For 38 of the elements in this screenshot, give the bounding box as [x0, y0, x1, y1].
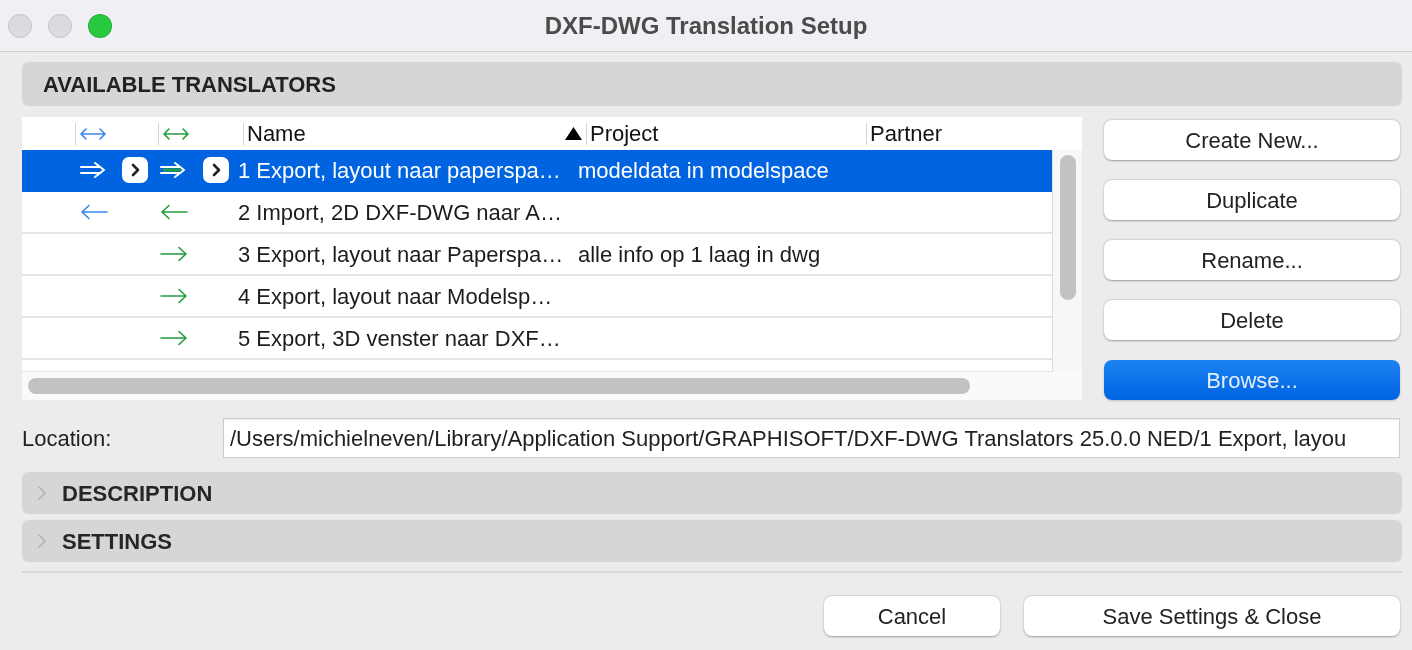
section-title: SETTINGS	[62, 527, 172, 556]
action-button[interactable]: Delete	[1104, 300, 1400, 340]
double-arrow-icon	[80, 126, 106, 141]
table-cell: 1 Export, layout naar paperspa…	[238, 157, 561, 183]
table-cell: 3 Export, layout naar Paperspa…	[238, 241, 564, 267]
column-header[interactable]: Partner	[870, 117, 943, 150]
table-cell: 4 Export, layout naar Modelsp…	[238, 283, 553, 309]
action-button[interactable]: Browse...	[1104, 360, 1400, 400]
column-header[interactable]: Project	[590, 117, 659, 150]
chevron-icon[interactable]	[203, 157, 229, 183]
table-cell: alle info op 1 laag in dwg	[578, 241, 821, 267]
window-title: DXF-DWG Translation Setup	[544, 10, 868, 41]
section-header[interactable]: DESCRIPTION	[22, 472, 1402, 514]
sort-triangle-icon[interactable]	[565, 127, 582, 140]
action-button[interactable]: Save Settings & Close	[1024, 596, 1400, 636]
chevron-icon	[38, 534, 46, 548]
location-field[interactable]: /Users/michielneven/Library/Application Support/GRAPHISOFT/DXF-DWG Translators 25.0.0 NED/1 Export, layou	[223, 418, 1400, 458]
table-row[interactable]: 1 Export, layout naar paperspa… modeldata in modelspace	[22, 150, 1052, 192]
close-icon[interactable]	[8, 13, 32, 38]
chevron-icon[interactable]	[122, 157, 148, 183]
field-label: Location:	[22, 424, 113, 453]
minimize-icon[interactable]	[48, 13, 72, 38]
table-cell: 5 Export, 3D venster naar DXF…	[238, 325, 561, 351]
action-button[interactable]: Rename...	[1104, 240, 1400, 280]
scrollbar-thumb[interactable]	[28, 378, 970, 394]
section-header[interactable]: SETTINGS	[22, 520, 1402, 562]
maximize-icon[interactable]	[88, 13, 112, 38]
table-cell: modeldata in modelspace	[578, 157, 829, 183]
section-header: AVAILABLE TRANSLATORS	[22, 62, 1402, 106]
action-button[interactable]: Create New...	[1104, 120, 1400, 160]
column-header[interactable]: Name	[247, 117, 306, 150]
chevron-icon	[38, 486, 46, 500]
action-button[interactable]: Cancel	[824, 596, 1000, 636]
table-cell: 2 Import, 2D DXF-DWG naar A…	[238, 199, 562, 225]
double-arrow-icon	[163, 126, 189, 141]
section-title: DESCRIPTION	[62, 479, 213, 508]
action-button[interactable]: Duplicate	[1104, 180, 1400, 220]
scrollbar-thumb[interactable]	[1059, 155, 1076, 300]
